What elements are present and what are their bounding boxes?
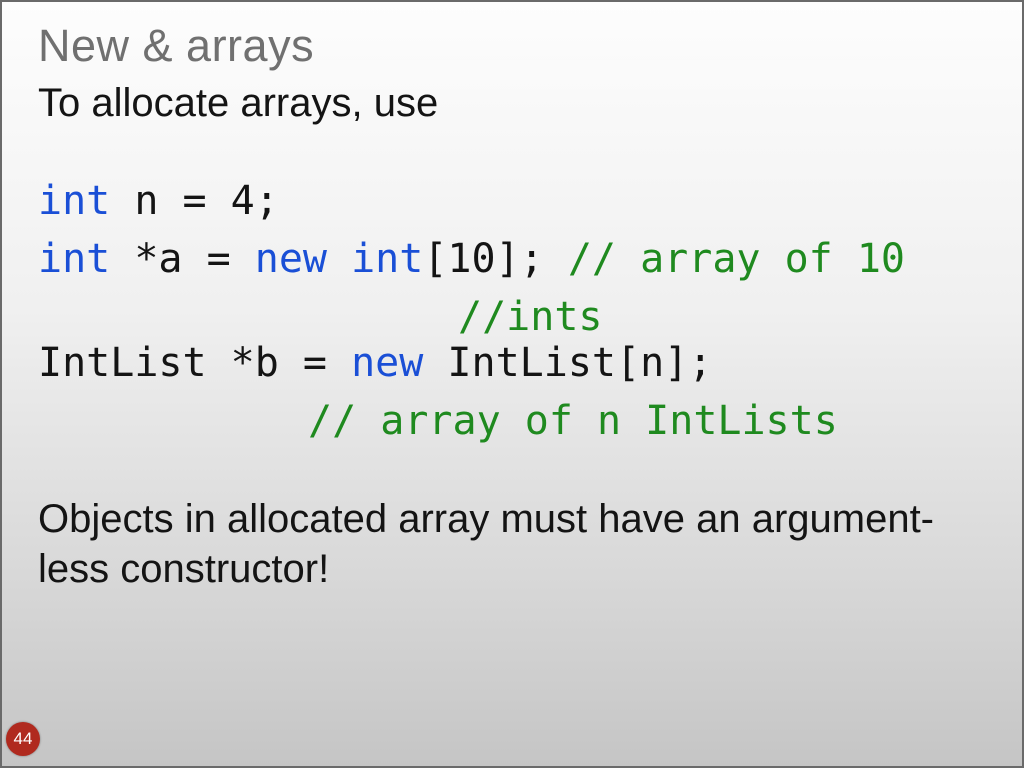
code-line-4: IntList *b = new IntList[n]; (38, 340, 994, 386)
outro-text: Objects in allocated array must have an … (38, 494, 994, 594)
code-line-2: int *a = new int[10]; // array of 10 (38, 236, 994, 282)
code-line-5: // array of n IntLists (38, 398, 994, 444)
slide-title: New & arrays (38, 20, 994, 72)
code-line-1: int n = 4; (38, 178, 994, 224)
code-text (327, 236, 351, 282)
keyword-int: int (38, 236, 110, 282)
code-comment: // array of n IntLists (308, 398, 838, 444)
code-text: IntList *b = (38, 340, 351, 386)
code-comment: // array of 10 (568, 236, 905, 282)
code-text: [10]; (423, 236, 568, 282)
keyword-int: int (38, 178, 110, 224)
code-comment: //ints (458, 294, 603, 340)
page-number-badge: 44 (6, 722, 40, 756)
spacer (38, 444, 994, 494)
intro-text: To allocate arrays, use (38, 78, 994, 128)
slide: New & arrays To allocate arrays, use int… (0, 0, 1024, 768)
code-text: n = 4; (110, 178, 279, 224)
keyword-int: int (351, 236, 423, 282)
code-line-3: //ints (38, 294, 994, 340)
keyword-new: new (351, 340, 423, 386)
keyword-new: new (255, 236, 327, 282)
code-text: IntList[n]; (423, 340, 712, 386)
spacer (38, 128, 994, 178)
code-text: *a = (110, 236, 255, 282)
